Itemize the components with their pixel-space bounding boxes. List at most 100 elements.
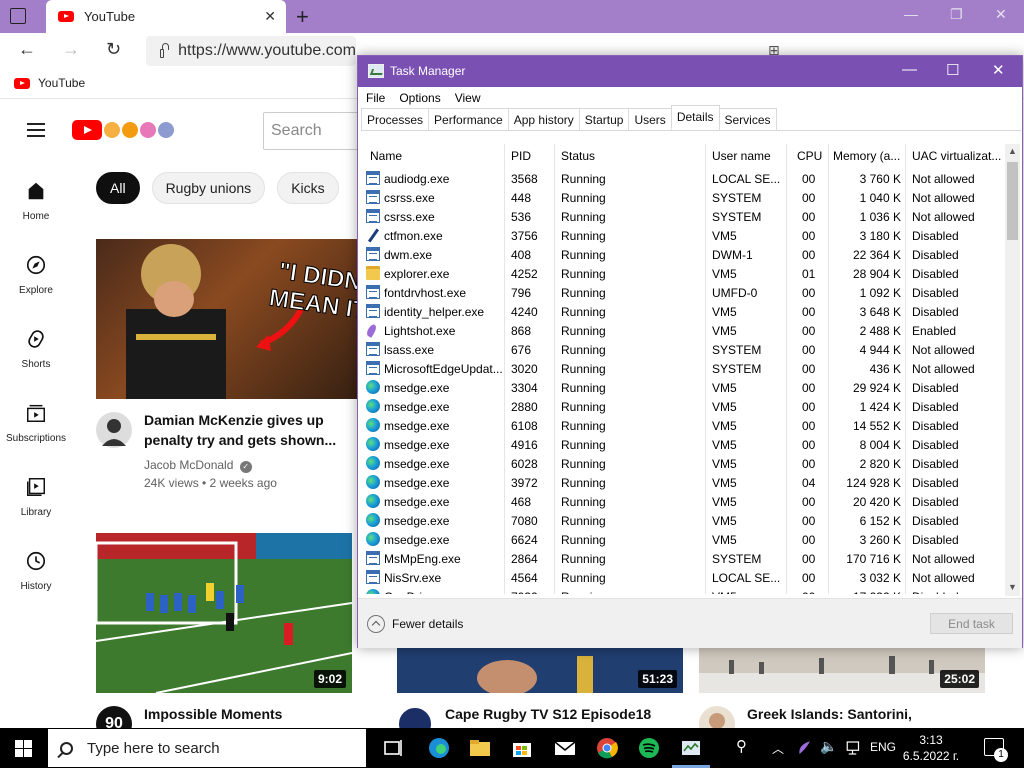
table-row[interactable]: ctfmon.exe 3756 Running VM5 00 3 180 K Disable… — [361, 226, 1004, 245]
chevron-up-icon[interactable]: ︿ — [772, 740, 784, 757]
column-header-pid[interactable]: PID — [511, 149, 551, 163]
column-header-status[interactable]: Status — [561, 149, 701, 163]
task-manager-titlebar[interactable]: Task Manager — ☐ ✕ — [358, 56, 1022, 87]
table-row[interactable]: lsass.exe 676 Running SYSTEM 00 4 944 K Not al… — [361, 340, 1004, 359]
table-row[interactable]: NisSrv.exe 4564 Running LOCAL SE... 00 3 032 … — [361, 568, 1004, 587]
table-row[interactable]: msedge.exe 6028 Running VM5 00 2 820 K Disable… — [361, 454, 1004, 473]
edge-icon[interactable] — [427, 736, 451, 760]
vertical-scrollbar[interactable]: ▲ ▼ — [1005, 144, 1020, 596]
browser-close-icon[interactable]: ✕ — [995, 6, 1007, 23]
table-row[interactable]: msedge.exe 6108 Running VM5 00 14 552 K Disabl… — [361, 416, 1004, 435]
video-title[interactable]: Damian McKenzie gives up penalty try and… — [144, 410, 336, 450]
refresh-icon[interactable]: ↻ — [106, 39, 121, 60]
tab-processes[interactable]: Processes — [361, 108, 430, 130]
video-thumbnail[interactable]: "I DIDN'T MEAN IT!" — [96, 239, 396, 399]
table-row[interactable]: csrss.exe 536 Running SYSTEM 00 1 036 K Not al… — [361, 207, 1004, 226]
column-header-user-name[interactable]: User name — [712, 149, 786, 163]
channel-name[interactable]: Jacob McDonald — [144, 458, 233, 472]
network-icon[interactable] — [845, 739, 863, 757]
column-header-uac-virtualization[interactable]: UAC virtualizat... — [912, 149, 1004, 163]
column-header-memory[interactable]: Memory (a... — [833, 149, 903, 163]
sidebar-item-shorts[interactable]: Shorts — [0, 328, 72, 370]
channel-avatar[interactable] — [699, 706, 735, 728]
table-row[interactable]: dwm.exe 408 Running DWM-1 00 22 364 K Disabled — [361, 245, 1004, 264]
menu-options[interactable]: Options — [399, 91, 440, 105]
back-icon[interactable]: ← — [18, 39, 36, 60]
language-indicator[interactable]: ENG — [870, 740, 896, 754]
maximize-icon[interactable]: ☐ — [946, 61, 959, 79]
channel-avatar[interactable]: 90 — [96, 706, 132, 728]
minimize-icon[interactable]: — — [902, 61, 917, 78]
table-row[interactable]: msedge.exe 4916 Running VM5 00 8 004 K Disable… — [361, 435, 1004, 454]
table-row[interactable]: explorer.exe 4252 Running VM5 01 28 904 K Disa… — [361, 264, 1004, 283]
favorite-youtube[interactable]: YouTube — [14, 76, 85, 90]
scrollbar-thumb[interactable] — [1007, 162, 1018, 240]
browser-minimize-icon[interactable]: — — [904, 6, 918, 22]
sidebar-item-explore[interactable]: Explore — [0, 254, 72, 296]
taskbar-clock[interactable]: 3:13 6.5.2022 г. — [900, 732, 962, 764]
new-tab-icon[interactable]: + — [296, 4, 309, 30]
table-row[interactable]: msedge.exe 3972 Running VM5 04 124 928 K Disab… — [361, 473, 1004, 492]
table-row[interactable]: MsMpEng.exe 2864 Running SYSTEM 00 170 716 K N… — [361, 549, 1004, 568]
table-row[interactable]: msedge.exe 3304 Running VM5 00 29 924 K Disabl… — [361, 378, 1004, 397]
mail-icon[interactable] — [553, 736, 577, 760]
sidebar-item-library[interactable]: Library — [0, 476, 72, 518]
address-bar[interactable]: https://www.youtube.com — [146, 36, 356, 66]
taskbar-search-box[interactable]: Type here to search — [48, 729, 366, 767]
video-title[interactable]: Impossible Moments — [144, 704, 282, 724]
volume-icon[interactable]: 🔈 — [820, 738, 837, 755]
channel-avatar[interactable] — [96, 412, 132, 448]
end-task-button[interactable]: End task — [930, 613, 1013, 634]
youtube-logo-icon[interactable] — [72, 120, 102, 140]
chip-rugby-unions[interactable]: Rugby unions — [151, 172, 266, 204]
scroll-down-icon[interactable]: ▼ — [1008, 582, 1017, 592]
microsoft-store-icon[interactable] — [510, 736, 534, 760]
close-icon[interactable]: ✕ — [992, 61, 1005, 79]
menu-icon[interactable] — [27, 123, 45, 137]
fewer-details-button[interactable]: Fewer details — [367, 615, 463, 633]
browser-restore-icon[interactable]: ❐ — [950, 6, 963, 23]
tab-actions-icon[interactable] — [10, 8, 26, 24]
table-row[interactable]: Lightshot.exe 868 Running VM5 00 2 488 K Enabl… — [361, 321, 1004, 340]
table-row[interactable]: msedge.exe 7080 Running VM5 00 6 152 K Disable… — [361, 511, 1004, 530]
table-row[interactable]: msedge.exe 468 Running VM5 00 20 420 K Disable… — [361, 492, 1004, 511]
table-row[interactable]: MicrosoftEdgeUpdat... 3020 Running SYSTEM 00… — [361, 359, 1004, 378]
tab-app-history[interactable]: App history — [507, 108, 580, 130]
sidebar-item-subscriptions[interactable]: Subscriptions — [0, 402, 72, 444]
video-title[interactable]: Cape Rugby TV S12 Episode18 — [445, 704, 651, 724]
task-view-icon[interactable] — [381, 736, 405, 760]
column-header-cpu[interactable]: CPU — [797, 149, 827, 163]
table-row[interactable]: msedge.exe 2880 Running VM5 00 1 424 K Disable… — [361, 397, 1004, 416]
file-explorer-icon[interactable] — [468, 736, 492, 760]
task-manager-taskbar-icon[interactable] — [679, 736, 703, 760]
chip-all[interactable]: All — [96, 172, 140, 204]
video-thumbnail[interactable]: 9:02 — [96, 533, 352, 693]
browser-tab-youtube[interactable]: YouTube ✕ — [46, 0, 286, 33]
tab-details[interactable]: Details — [670, 105, 720, 129]
video-title[interactable]: Greek Islands: Santorini, — [747, 704, 912, 724]
tab-users[interactable]: Users — [628, 108, 672, 130]
lightshot-tray-icon[interactable] — [795, 739, 813, 757]
column-header-name[interactable]: Name — [370, 149, 500, 163]
table-row[interactable]: identity_helper.exe 4240 Running VM5 00 3 648… — [361, 302, 1004, 321]
table-row[interactable]: csrss.exe 448 Running SYSTEM 00 1 040 K Not al… — [361, 188, 1004, 207]
channel-avatar[interactable] — [397, 706, 433, 728]
chip-kicks[interactable]: Kicks — [277, 172, 339, 204]
video-thumbnail[interactable]: 51:23 — [397, 648, 683, 693]
menu-view[interactable]: View — [455, 91, 481, 105]
tab-startup[interactable]: Startup — [578, 108, 630, 130]
table-row[interactable]: msedge.exe 6624 Running VM5 00 3 260 K Disable… — [361, 530, 1004, 549]
start-windows-icon[interactable] — [15, 740, 32, 757]
tab-performance[interactable]: Performance — [428, 108, 509, 130]
menu-file[interactable]: File — [366, 91, 385, 105]
sidebar-item-home[interactable]: Home — [0, 180, 72, 222]
forward-icon[interactable]: → — [62, 39, 80, 60]
scroll-up-icon[interactable]: ▲ — [1008, 146, 1017, 156]
table-row[interactable]: fontdrvhost.exe 796 Running UMFD-0 00 1 092 K… — [361, 283, 1004, 302]
tab-close-icon[interactable]: ✕ — [264, 8, 276, 25]
tab-services[interactable]: Services — [718, 108, 777, 130]
sidebar-item-history[interactable]: History — [0, 550, 72, 592]
people-icon[interactable]: ⚲ — [736, 737, 747, 755]
spotify-icon[interactable] — [637, 736, 661, 760]
table-row[interactable]: audiodg.exe 3568 Running LOCAL SE... 00 3 760… — [361, 169, 1004, 188]
